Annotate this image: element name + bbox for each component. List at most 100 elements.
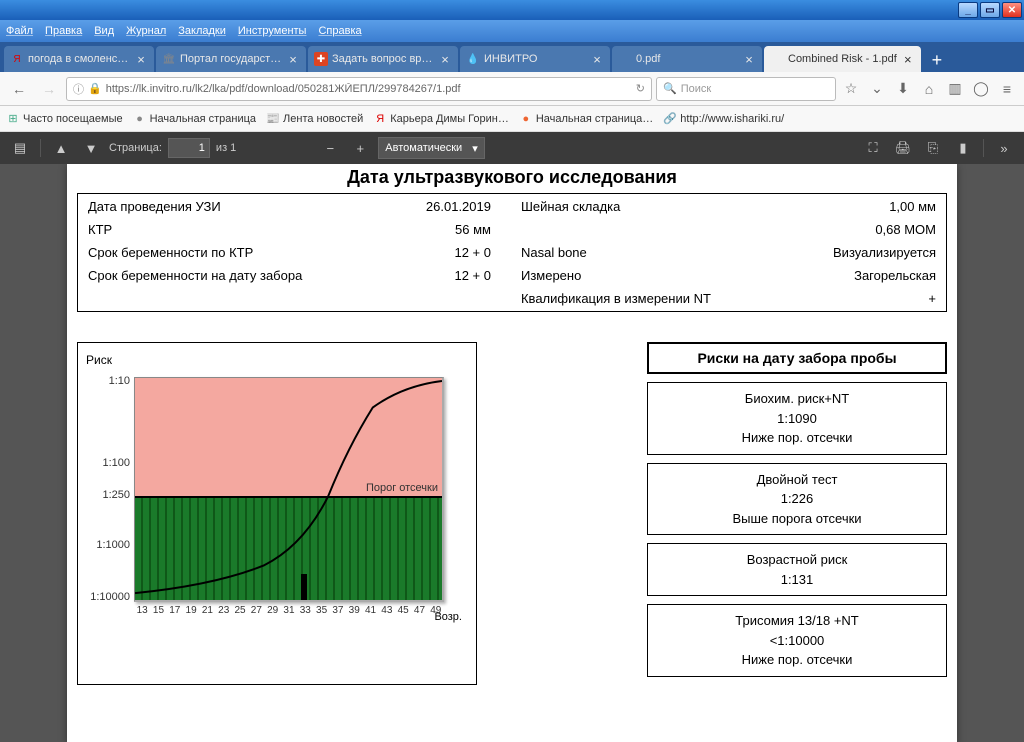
bookmark-item[interactable]: ЯКарьера Димы Горин… bbox=[373, 112, 509, 126]
bookmark-label: http://www.ishariki.ru/ bbox=[680, 113, 784, 125]
browser-tab[interactable]: Я погода в смоленс… × bbox=[4, 46, 154, 72]
menu-tools[interactable]: Инструменты bbox=[238, 25, 307, 37]
x-tick: 47 bbox=[411, 605, 427, 616]
pdf-zoom-out[interactable]: − bbox=[318, 136, 342, 160]
x-tick: 35 bbox=[313, 605, 329, 616]
risk-curve bbox=[135, 378, 442, 600]
menu-view[interactable]: Вид bbox=[94, 25, 114, 37]
browser-tab[interactable]: ✚ Задать вопрос вр… × bbox=[308, 46, 458, 72]
shield-button[interactable]: ◯ bbox=[970, 78, 992, 100]
risk-box: Биохим. риск+NT1:1090Ниже пор. отсечки bbox=[647, 382, 947, 455]
tab-close-icon[interactable]: × bbox=[134, 52, 148, 66]
pocket-button[interactable]: ⌄ bbox=[866, 78, 888, 100]
pdf-fullscreen[interactable]: ⛶ bbox=[861, 136, 885, 160]
row-value: + bbox=[772, 288, 944, 309]
x-axis-label: Возр. bbox=[434, 611, 462, 623]
tab-label: Портал государст… bbox=[180, 53, 282, 65]
risk-title: Биохим. риск+NT bbox=[654, 389, 940, 409]
address-bar[interactable]: ⓘ 🔒 https://lk.invitro.ru/lk2/lka/pdf/do… bbox=[66, 77, 652, 101]
pdf-sidebar-toggle[interactable]: ▤ bbox=[8, 136, 32, 160]
tab-close-icon[interactable]: × bbox=[286, 52, 300, 66]
pdf-toolbar: ▤ ▲ ▼ Страница: из 1 − + Автоматически ▾… bbox=[0, 132, 1024, 164]
pdf-save[interactable]: ⎘ bbox=[921, 136, 945, 160]
hamburger-menu[interactable]: ≡ bbox=[996, 78, 1018, 100]
pdf-print[interactable]: 🖨 bbox=[891, 136, 915, 160]
bookmark-label: Начальная страница bbox=[150, 113, 256, 125]
menu-file[interactable]: Файл bbox=[6, 25, 33, 37]
row-value: 56 мм bbox=[408, 219, 511, 240]
back-button[interactable]: ← bbox=[6, 76, 32, 102]
info-icon[interactable]: ⓘ bbox=[73, 81, 84, 97]
row-value: Загорельская bbox=[772, 265, 944, 286]
reload-button[interactable]: ↻ bbox=[636, 82, 645, 95]
maximize-button[interactable]: ▭ bbox=[980, 2, 1000, 18]
minimize-button[interactable]: _ bbox=[958, 2, 978, 18]
row-value: Визуализируется bbox=[772, 242, 944, 263]
bookmark-icon: 🔗 bbox=[663, 112, 677, 126]
menu-history[interactable]: Журнал bbox=[126, 25, 166, 37]
download-button[interactable]: ⬇ bbox=[892, 78, 914, 100]
x-tick: 23 bbox=[216, 605, 232, 616]
tab-close-icon[interactable]: × bbox=[590, 52, 604, 66]
tab-favicon: ✚ bbox=[314, 52, 328, 66]
library-button[interactable]: ▥ bbox=[944, 78, 966, 100]
risk-box: Возрастной риск1:131 bbox=[647, 543, 947, 596]
new-tab-button[interactable]: + bbox=[923, 48, 951, 72]
row-value: 12 + 0 bbox=[408, 265, 511, 286]
browser-tab[interactable]: 🏛 Портал государст… × bbox=[156, 46, 306, 72]
window-close-button[interactable]: ✕ bbox=[1002, 2, 1022, 18]
pdf-bookmark[interactable]: ▮ bbox=[951, 136, 975, 160]
row-value: 26.01.2019 bbox=[408, 196, 511, 217]
window-titlebar: _ ▭ ✕ bbox=[0, 0, 1024, 20]
bookmark-item[interactable]: ●Начальная страница bbox=[133, 112, 256, 126]
bookmark-icon: ⊞ bbox=[6, 112, 20, 126]
x-tick: 25 bbox=[232, 605, 248, 616]
bookmark-item[interactable]: 📰Лента новостей bbox=[266, 112, 363, 126]
search-box[interactable]: 🔍 Поиск bbox=[656, 77, 836, 101]
tab-label: Combined Risk - 1.pdf bbox=[788, 53, 897, 65]
tab-label: ИНВИТРО bbox=[484, 53, 586, 65]
x-tick: 29 bbox=[265, 605, 281, 616]
pdf-page-down[interactable]: ▼ bbox=[79, 136, 103, 160]
x-tick: 41 bbox=[362, 605, 378, 616]
bookmark-icon: ● bbox=[519, 112, 533, 126]
doc-title: Дата ультразвукового исследования bbox=[77, 164, 947, 191]
menu-bookmarks[interactable]: Закладки bbox=[178, 25, 226, 37]
row-value: 0,68 MОM bbox=[772, 219, 944, 240]
pdf-zoom-value: Автоматически bbox=[385, 142, 462, 154]
tab-label: 0.pdf bbox=[636, 53, 738, 65]
risks-header: Риски на дату забора пробы bbox=[647, 342, 947, 374]
bookmark-item[interactable]: ⊞Часто посещаемые bbox=[6, 112, 123, 126]
browser-tab[interactable]: 0.pdf × bbox=[612, 46, 762, 72]
pdf-page-input[interactable] bbox=[168, 138, 210, 158]
risk-title: Трисомия 13/18 +NT bbox=[654, 611, 940, 631]
star-button[interactable]: ☆ bbox=[840, 78, 862, 100]
pdf-zoom-in[interactable]: + bbox=[348, 136, 372, 160]
row-label: Дата проведения УЗИ bbox=[80, 196, 406, 217]
pdf-zoom-select[interactable]: Автоматически ▾ bbox=[378, 137, 484, 159]
tab-close-icon[interactable]: × bbox=[901, 52, 915, 66]
forward-button[interactable]: → bbox=[36, 76, 62, 102]
bookmark-item[interactable]: 🔗http://www.ishariki.ru/ bbox=[663, 112, 784, 126]
risk-value: 1:131 bbox=[654, 570, 940, 590]
browser-tab[interactable]: Combined Risk - 1.pdf × bbox=[764, 46, 921, 72]
pdf-page-total: из 1 bbox=[216, 142, 236, 154]
pdf-viewport[interactable]: Дата ультразвукового исследования Дата п… bbox=[0, 164, 1024, 742]
bookmark-item[interactable]: ●Начальная страница… bbox=[519, 112, 653, 126]
pdf-more[interactable]: » bbox=[992, 136, 1016, 160]
pdf-page-up[interactable]: ▲ bbox=[49, 136, 73, 160]
bookmark-icon: Я bbox=[373, 112, 387, 126]
risk-title: Возрастной риск bbox=[654, 550, 940, 570]
x-tick: 15 bbox=[150, 605, 166, 616]
x-tick: 19 bbox=[183, 605, 199, 616]
risk-title: Двойной тест bbox=[654, 470, 940, 490]
menu-help[interactable]: Справка bbox=[318, 25, 361, 37]
tab-close-icon[interactable]: × bbox=[742, 52, 756, 66]
menu-edit[interactable]: Правка bbox=[45, 25, 82, 37]
browser-tab[interactable]: 💧 ИНВИТРО × bbox=[460, 46, 610, 72]
row-label: Срок беременности на дату забора bbox=[80, 265, 406, 286]
tab-favicon: Я bbox=[10, 52, 24, 66]
home-button[interactable]: ⌂ bbox=[918, 78, 940, 100]
tab-close-icon[interactable]: × bbox=[438, 52, 452, 66]
x-tick: 45 bbox=[395, 605, 411, 616]
